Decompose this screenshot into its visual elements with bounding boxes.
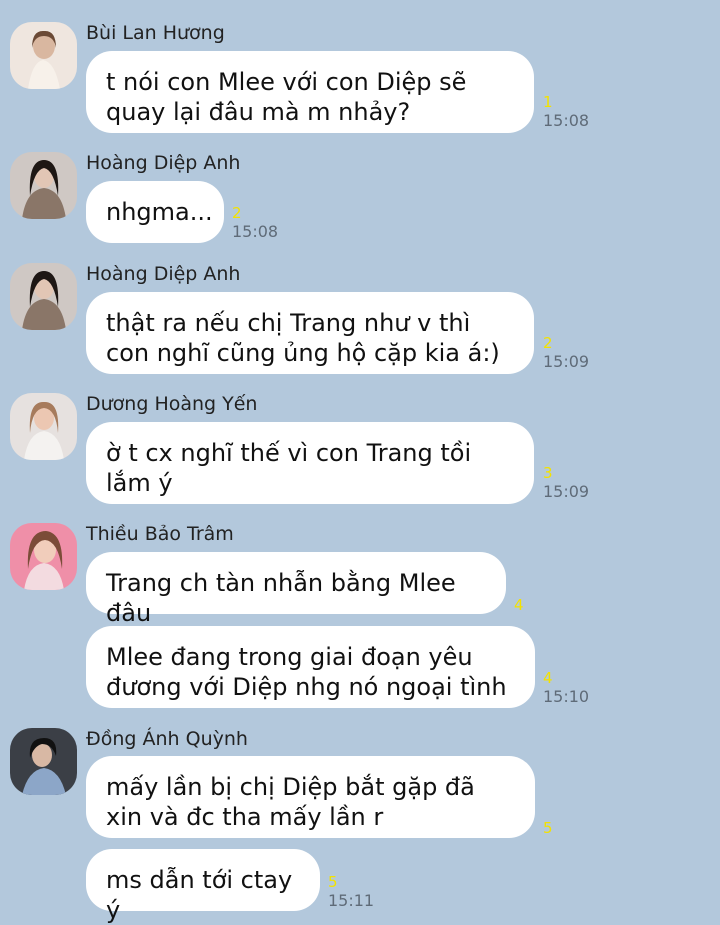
avatar-thieu-bao-tram[interactable] [10, 523, 77, 590]
message-meta: 5 15:11 [328, 874, 374, 911]
message-bubble[interactable]: thật ra nếu chị Trang như v thì con nghĩ… [86, 292, 534, 374]
message-time: 15:09 [543, 482, 590, 501]
message-bubble[interactable]: t nói con Mlee với con Diệp sẽ quay lại … [86, 51, 534, 133]
message-bubble[interactable]: ờ t cx nghĩ thế vì con Trang tồi lắm ý [86, 422, 534, 504]
message-meta: 2 15:09 [543, 335, 589, 372]
message-text: ms dẫn tới ctay ý [106, 866, 293, 924]
avatar-hoang-diep-anh[interactable] [10, 152, 77, 219]
message-time: 15:11 [328, 891, 375, 910]
message-text: ờ t cx nghĩ thế vì con Trang tồi lắm ý [106, 439, 472, 497]
message-text: thật ra nếu chị Trang như v thì con nghĩ… [106, 309, 500, 367]
message-bubble[interactable]: nhgma... [86, 181, 224, 243]
message-text: t nói con Mlee với con Diệp sẽ quay lại … [106, 68, 467, 126]
unread-count: 3 [543, 464, 553, 482]
message-time: 15:09 [543, 352, 590, 371]
message-text: Mlee đang trong giai đoạn yêu đương với … [106, 643, 507, 701]
sender-name: Đồng Ánh Quỳnh [86, 728, 248, 750]
message-meta: 1 15:08 [543, 94, 589, 131]
sender-name: Thiều Bảo Trâm [86, 523, 234, 545]
message-text: Trang ch tàn nhẫn bằng Mlee đâu [106, 569, 456, 627]
sender-name: Hoàng Diệp Anh [86, 263, 241, 285]
unread-count: 5 [543, 819, 553, 837]
message-text: mấy lần bị chị Diệp bắt gặp đã xin và đc… [106, 773, 475, 831]
sender-name: Dương Hoàng Yến [86, 393, 258, 415]
sender-name: Hoàng Diệp Anh [86, 152, 241, 174]
unread-count: 4 [543, 669, 553, 687]
message-bubble[interactable]: ms dẫn tới ctay ý [86, 849, 320, 924]
message-meta: 3 15:09 [543, 465, 589, 502]
unread-count: 1 [543, 93, 553, 111]
unread-count: 5 [328, 873, 338, 891]
message-meta: 4 [514, 597, 524, 614]
message-text: nhgma... [106, 198, 213, 226]
avatar-dong-anh-quynh[interactable] [10, 728, 77, 795]
avatar-hoang-diep-anh[interactable] [10, 263, 77, 330]
unread-count: 4 [514, 596, 524, 614]
avatar-bui-lan-huong[interactable] [10, 22, 77, 89]
message-bubble[interactable]: mấy lần bị chị Diệp bắt gặp đã xin và đc… [86, 756, 535, 838]
message-meta: 4 15:10 [543, 670, 589, 707]
message-bubble[interactable]: Mlee đang trong giai đoạn yêu đương với … [86, 626, 535, 708]
message-time: 15:10 [543, 687, 590, 706]
sender-name: Bùi Lan Hương [86, 22, 225, 44]
unread-count: 2 [543, 334, 553, 352]
message-meta: 5 [543, 820, 553, 837]
message-time: 15:08 [232, 222, 279, 241]
message-bubble[interactable]: Trang ch tàn nhẫn bằng Mlee đâu [86, 552, 506, 627]
message-time: 15:08 [543, 111, 590, 130]
avatar-duong-hoang-yen[interactable] [10, 393, 77, 460]
unread-count: 2 [232, 204, 242, 222]
message-meta: 2 15:08 [232, 205, 278, 242]
